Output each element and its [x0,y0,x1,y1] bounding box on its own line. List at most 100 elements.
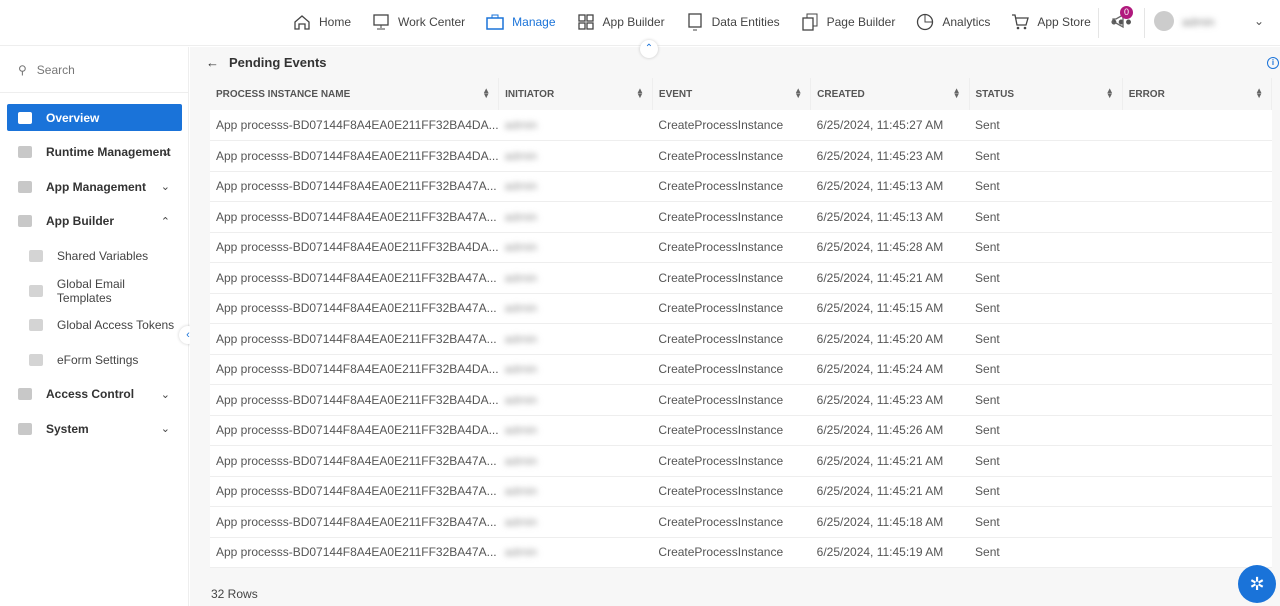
table-cell [1122,323,1272,355]
table-cell: App processs-BD07144F8A4EA0E211FF32BA4DA… [210,415,499,446]
sort-icon[interactable]: ▲ ▼ [636,87,644,100]
avatar[interactable] [1154,11,1174,31]
table-row[interactable]: App processs-BD07144F8A4EA0E211FF32BA47A… [210,201,1272,233]
table-row[interactable]: App processs-BD07144F8A4EA0E211FF32BA47A… [210,476,1272,507]
chevron-down-icon[interactable]: ⌄ [161,422,170,435]
nav-label: App Builder [602,15,665,29]
cell-text: 6/25/2024, 11:45:21 AM [816,270,944,285]
pie-icon [917,13,934,31]
table-cell [1122,171,1272,202]
nav-home[interactable]: Home [292,12,351,32]
nav-app-store[interactable]: App Store [1010,12,1091,32]
sidebar-item-app-management[interactable]: App Management ⌄ [7,173,182,200]
table-cell: admin [498,232,653,263]
cell-text: 6/25/2024, 11:45:23 AM [816,392,944,407]
table-row[interactable]: App processs-BD07144F8A4EA0E211FF32BA47A… [210,293,1272,324]
sidebar-item-access-control[interactable]: Access Control ⌄ [7,381,182,408]
table-row[interactable]: App processs-BD07144F8A4EA0E211FF32BA47A… [210,537,1272,568]
user-name[interactable]: admin [1182,15,1215,29]
cell-text: CreateProcessInstance [658,209,784,224]
table-cell: App processs-BD07144F8A4EA0E211FF32BA47A… [210,262,499,294]
nav-label: Home [319,15,352,29]
table-row[interactable]: App processs-BD07144F8A4EA0E211FF32BA4DA… [210,415,1272,446]
column-header[interactable]: PROCESS INSTANCE NAME ▲ ▼ [210,78,500,110]
chevron-down-icon[interactable]: ⌄ [161,180,170,193]
cell-text: CreateProcessInstance [658,453,784,468]
chevron-down-icon[interactable]: ⌄ [161,388,170,401]
back-icon[interactable]: ← [206,55,219,70]
table-cell: admin [498,384,653,416]
table-row[interactable]: App processs-BD07144F8A4EA0E211FF32BA4DA… [210,110,1272,141]
chevron-down-icon[interactable]: ⌄ [161,146,170,159]
sidebar-item-label: System [46,421,89,436]
table-row[interactable]: App processs-BD07144F8A4EA0E211FF32BA47A… [210,262,1272,294]
info-icon[interactable]: i [1267,57,1279,69]
cell-text: admin [504,484,538,499]
column-header-label: CREATED [817,88,865,100]
cell-text: Sent [975,514,1000,529]
chevron-down-icon[interactable]: ⌄ [1254,14,1264,28]
nav-app-builder[interactable]: App Builder [576,12,665,32]
sort-icon[interactable]: ▲ ▼ [953,87,961,100]
nav-manage[interactable]: Manage [485,12,556,32]
table-cell: Sent [969,384,1123,416]
column-header[interactable]: INITIATOR ▲ ▼ [498,78,653,110]
cell-text: admin [504,545,538,560]
table-cell: 6/25/2024, 11:45:13 AM [810,171,970,202]
sidebar-item-runtime-management[interactable]: Runtime Management ⌄ [7,139,182,166]
nav-label: Page Builder [826,15,896,29]
column-header[interactable]: CREATED ▲ ▼ [810,78,970,110]
column-header[interactable]: EVENT ▲ ▼ [652,78,812,110]
table-cell: admin [498,140,653,172]
chevron-up-icon[interactable]: ⌃ [161,215,170,228]
table-cell: 6/25/2024, 11:45:20 AM [810,323,970,355]
assistant-button[interactable]: ✲ [1238,565,1276,603]
table-row[interactable]: App processs-BD07144F8A4EA0E211FF32BA47A… [210,445,1272,477]
table-cell: CreateProcessInstance [652,293,811,324]
table-row[interactable]: App processs-BD07144F8A4EA0E211FF32BA47A… [210,506,1272,538]
sidebar-item-shared-variables[interactable]: Shared Variables [7,242,182,269]
monitor-icon [373,14,389,30]
sidebar-item-global-access-tokens[interactable]: Global Access Tokens [7,312,182,339]
cell-text: admin [504,331,538,346]
column-header[interactable]: STATUS ▲ ▼ [969,78,1123,110]
table-cell: Sent [969,537,1123,568]
table-cell: 6/25/2024, 11:45:23 AM [810,384,970,416]
table-cell: App processs-BD07144F8A4EA0E211FF32BA47A… [210,293,499,324]
page-header: ← Pending Events [206,55,327,70]
cell-text: CreateProcessInstance [658,362,784,377]
sidebar-item-global-email-templates[interactable]: Global Email Templates [7,277,182,305]
nav-data-entities[interactable]: Data Entities [685,12,780,32]
column-header[interactable]: ERROR ▲ ▼ [1122,78,1273,110]
sort-icon[interactable]: ▲ ▼ [794,87,802,100]
table-row[interactable]: App processs-BD07144F8A4EA0E211FF32BA4DA… [210,232,1272,263]
nav-work-center[interactable]: Work Center [371,12,465,32]
sidebar-item-system[interactable]: System ⌄ [7,415,182,442]
table-cell [1122,476,1272,507]
table-row[interactable]: App processs-BD07144F8A4EA0E211FF32BA4DA… [210,384,1272,416]
cell-text: admin [504,301,538,316]
cell-text: CreateProcessInstance [658,423,784,438]
sort-icon[interactable]: ▲ ▼ [482,87,490,100]
table-row[interactable]: App processs-BD07144F8A4EA0E211FF32BA4DA… [210,354,1272,385]
search-input[interactable]: ⚲ Search [0,47,188,93]
pending-events-table: PROCESS INSTANCE NAME ▲ ▼ INITIATOR ▲ ▼ EVENT ▲… [210,78,1273,568]
table-cell: CreateProcessInstance [652,445,811,477]
collapse-header-button[interactable]: ⌃ [640,40,658,58]
table-row[interactable]: App processs-BD07144F8A4EA0E211FF32BA47A… [210,171,1272,202]
table-cell: App processs-BD07144F8A4EA0E211FF32BA47A… [210,201,499,233]
table-row[interactable]: App processs-BD07144F8A4EA0E211FF32BA47A… [210,323,1272,355]
cell-text: App processs-BD07144F8A4EA0E211FF32BA4DA… [216,148,499,163]
sidebar-item-icon [29,319,43,332]
sort-icon[interactable]: ▲ ▼ [1255,87,1263,100]
table-row[interactable]: App processs-BD07144F8A4EA0E211FF32BA4DA… [210,140,1272,172]
table-cell: App processs-BD07144F8A4EA0E211FF32BA47A… [210,171,499,202]
sidebar-item-eform-settings[interactable]: eForm Settings [7,346,182,373]
sidebar-item-app-builder[interactable]: App Builder ⌃ [7,208,182,235]
table-cell: CreateProcessInstance [652,171,811,202]
nav-analytics[interactable]: Analytics [915,12,990,32]
sidebar-item-overview[interactable]: Overview [7,104,182,131]
nav-page-builder[interactable]: Page Builder [800,12,896,32]
sort-icon[interactable]: ▲ ▼ [1106,87,1114,100]
sidebar-item-label: App Management [46,179,147,194]
